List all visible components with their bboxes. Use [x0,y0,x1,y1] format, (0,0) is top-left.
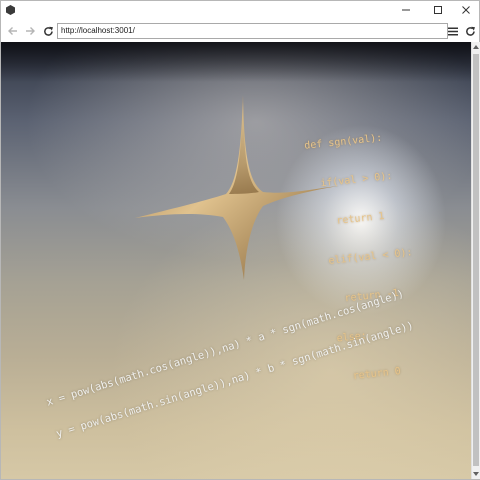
address-bar[interactable]: http://localhost:3001/ [57,23,448,39]
scroll-down-button[interactable] [472,469,480,479]
title-bar [1,1,479,19]
maximize-button[interactable] [423,1,453,19]
code-line: if(val > 0): [307,170,393,191]
code-line: return 1 [311,210,385,230]
scroll-thumb[interactable] [473,54,479,466]
minimize-icon [402,9,410,11]
reload-icon [43,26,53,36]
code-line: def sgn(val): [303,132,383,152]
vertical-scrollbar[interactable] [471,42,480,479]
webgl-scene[interactable]: def sgn(val): if(val > 0): return 1 elif… [1,42,471,479]
refresh-button[interactable] [463,23,477,39]
browser-window: http://localhost:3001/ def sgn(val): if(… [0,0,480,480]
hamburger-menu-icon [448,27,458,35]
app-icon [6,5,15,15]
close-button[interactable] [451,1,480,19]
close-icon [462,6,470,14]
scroll-up-button[interactable] [472,42,480,52]
reload-icon [465,26,475,36]
reload-button[interactable] [41,23,55,39]
maximize-icon [434,6,442,14]
chevron-down-icon [473,472,479,476]
chevron-up-icon [473,45,479,49]
navigation-bar: http://localhost:3001/ [1,20,479,43]
menu-button[interactable] [446,23,460,39]
forward-button[interactable] [23,23,37,39]
code-line: elif(val < 0): [316,247,414,269]
back-arrow-icon [7,27,17,35]
minimize-button[interactable] [391,1,421,19]
back-button[interactable] [5,23,19,39]
forward-arrow-icon [25,27,35,35]
